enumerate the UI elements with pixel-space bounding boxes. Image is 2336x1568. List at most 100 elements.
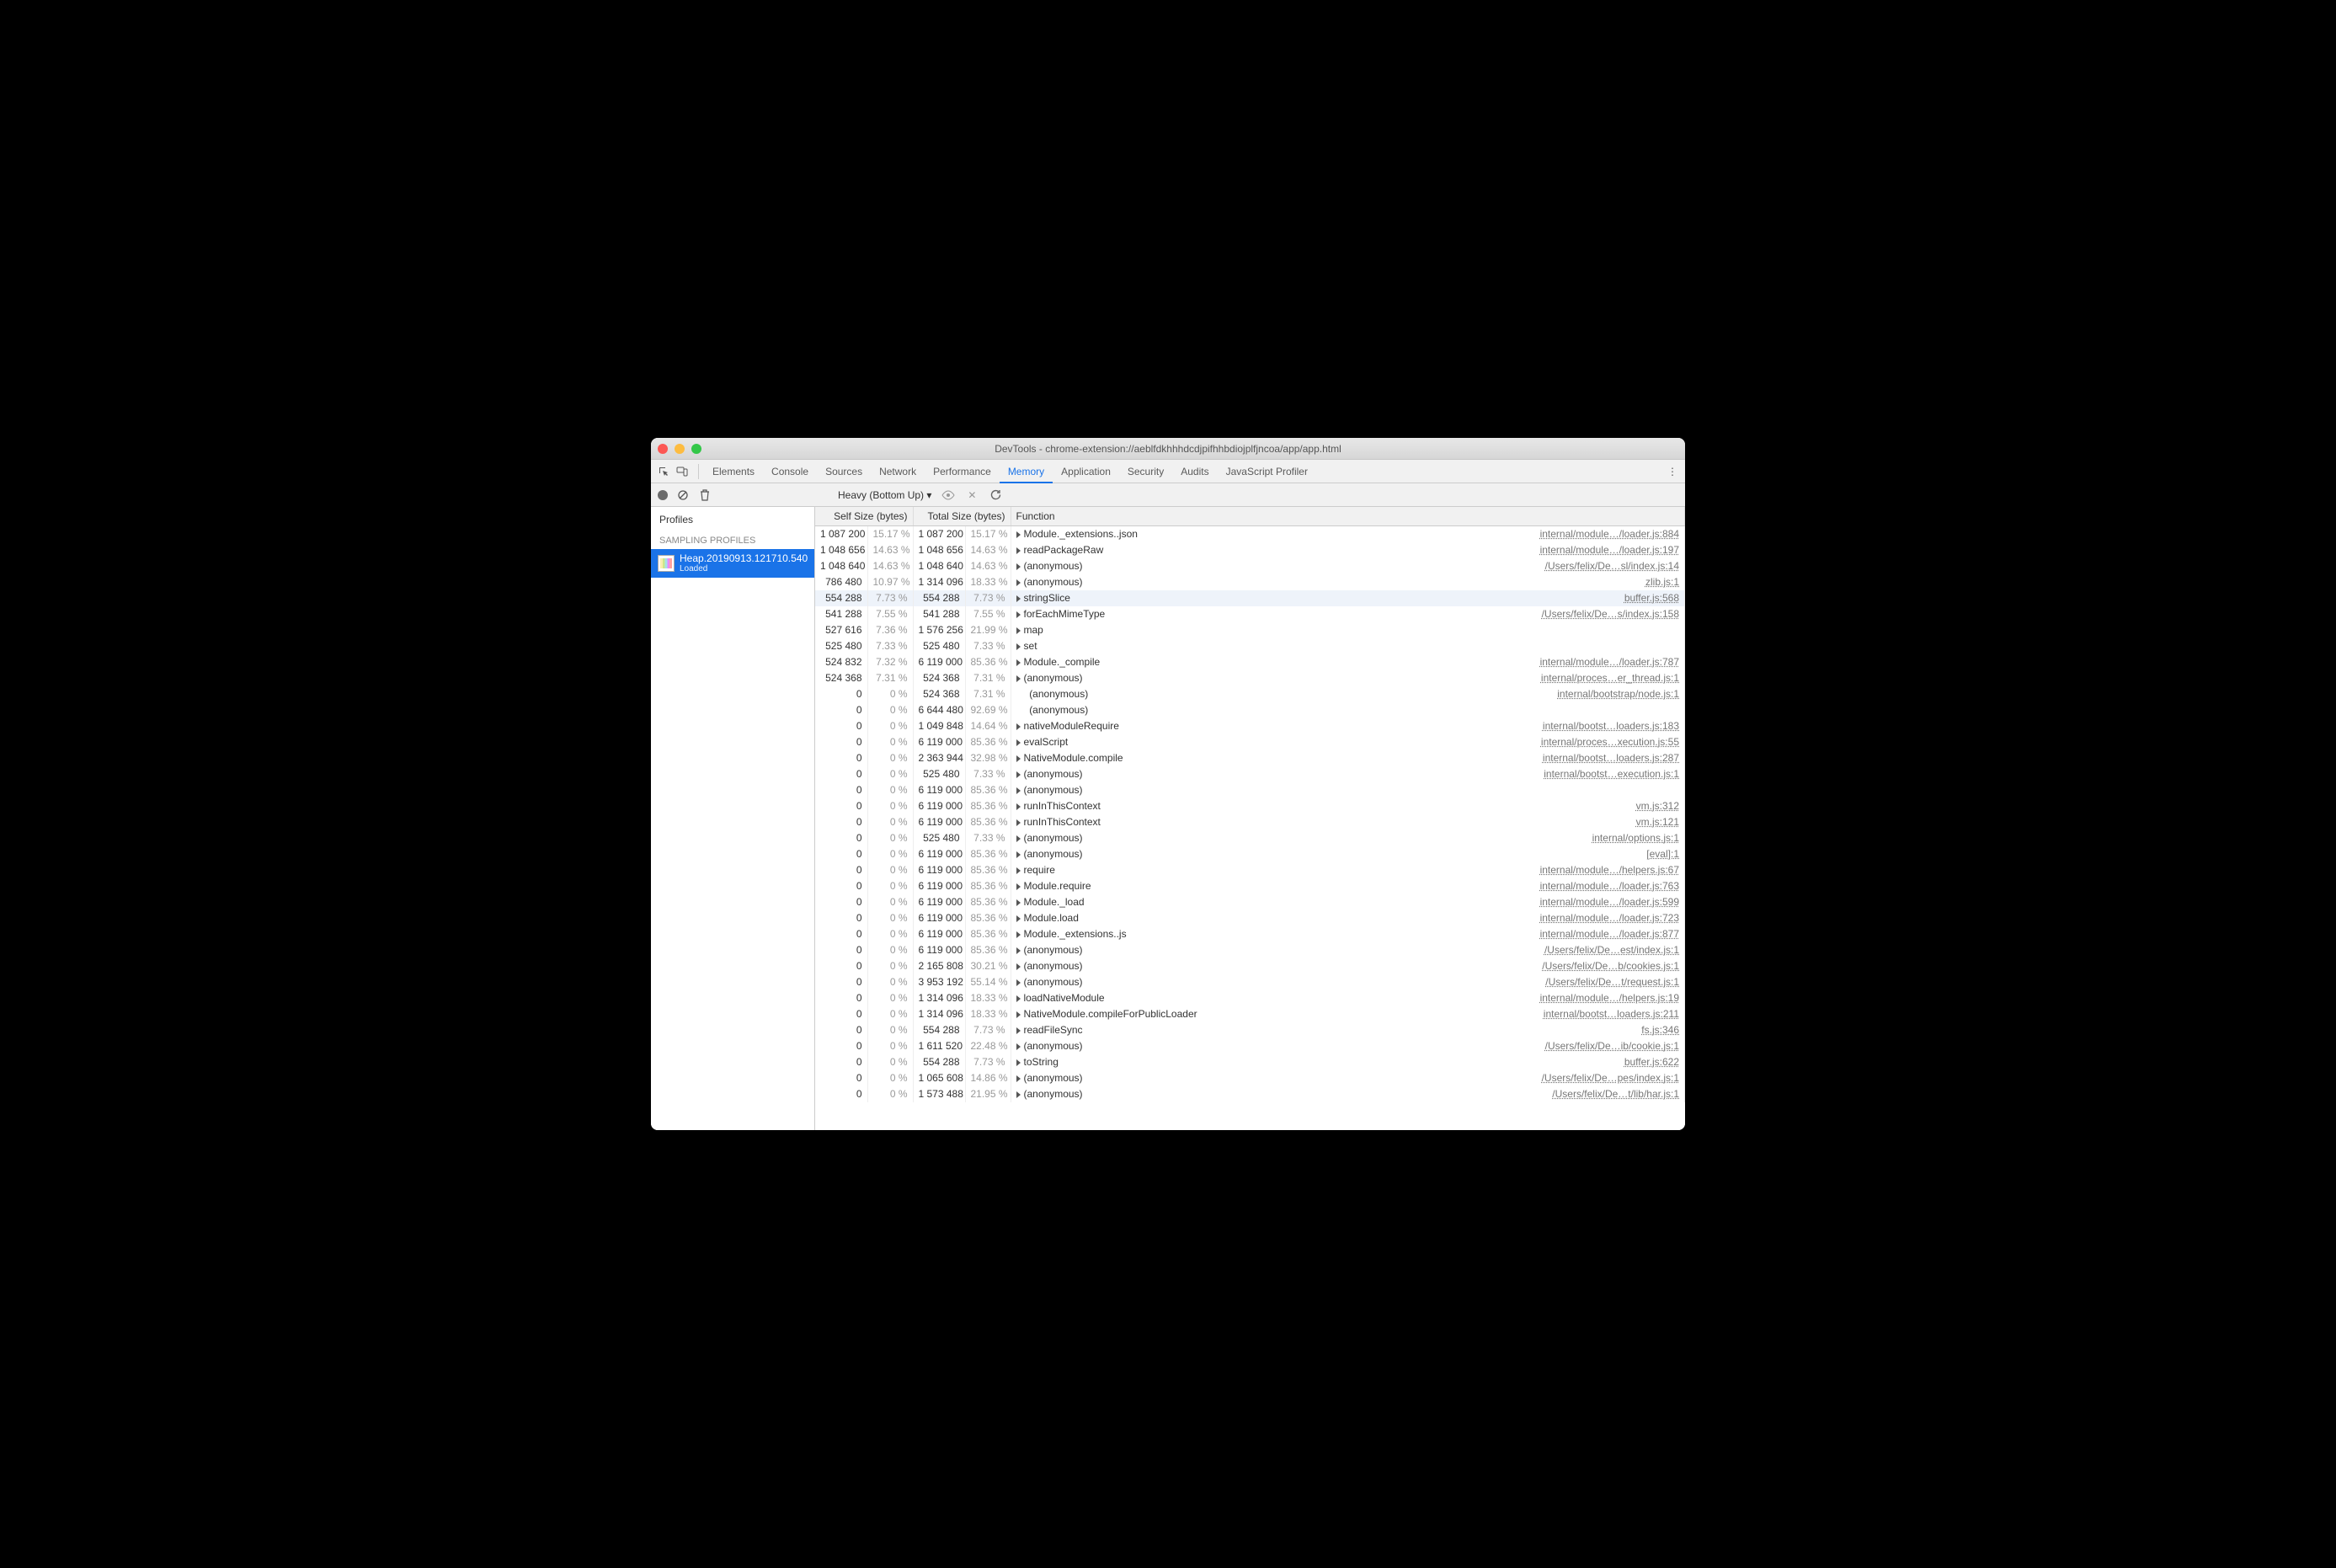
expand-icon[interactable]	[1016, 867, 1021, 874]
expand-icon[interactable]	[1016, 979, 1021, 986]
source-link[interactable]: internal/module…/loader.js:877	[1540, 928, 1679, 940]
table-row[interactable]: 00 %554 2887.73 %readFileSyncfs.js:346	[815, 1022, 1685, 1038]
table-row[interactable]: 00 %6 119 00085.36 %requireinternal/modu…	[815, 862, 1685, 878]
source-link[interactable]: /Users/felix/De…ib/cookie.js:1	[1545, 1040, 1679, 1052]
source-link[interactable]: /Users/felix/De…s/index.js:158	[1542, 608, 1679, 620]
table-row[interactable]: 524 3687.31 %524 3687.31 %(anonymous)int…	[815, 670, 1685, 686]
source-link[interactable]: vm.js:121	[1636, 816, 1679, 828]
source-link[interactable]: internal/module…/loader.js:763	[1540, 880, 1679, 892]
expand-icon[interactable]	[1016, 1075, 1021, 1082]
expand-icon[interactable]	[1016, 915, 1021, 922]
source-link[interactable]: /Users/felix/De…est/index.js:1	[1544, 944, 1679, 956]
source-link[interactable]: internal/bootst…execution.js:1	[1544, 768, 1679, 780]
tab-security[interactable]: Security	[1119, 460, 1172, 483]
source-link[interactable]: internal/module…/loader.js:599	[1540, 896, 1679, 908]
table-row[interactable]: 00 %1 049 84814.64 %nativeModuleRequirei…	[815, 718, 1685, 734]
table-row[interactable]: 00 %3 953 19255.14 %(anonymous)/Users/fe…	[815, 974, 1685, 990]
tab-javascript-profiler[interactable]: JavaScript Profiler	[1218, 460, 1316, 483]
eye-icon[interactable]	[941, 488, 955, 502]
expand-icon[interactable]	[1016, 835, 1021, 842]
table-row[interactable]: 00 %525 4807.33 %(anonymous)internal/opt…	[815, 830, 1685, 846]
expand-icon[interactable]	[1016, 723, 1021, 730]
table-row[interactable]: 00 %6 119 00085.36 %Module.loadinternal/…	[815, 910, 1685, 926]
expand-icon[interactable]	[1016, 819, 1021, 826]
table-row[interactable]: 00 %1 314 09618.33 %loadNativeModuleinte…	[815, 990, 1685, 1006]
table-row[interactable]: 1 048 65614.63 %1 048 65614.63 %readPack…	[815, 542, 1685, 558]
source-link[interactable]: internal/module…/loader.js:197	[1540, 544, 1679, 556]
source-link[interactable]: /Users/felix/De…sl/index.js:14	[1545, 560, 1679, 572]
expand-icon[interactable]	[1016, 1043, 1021, 1050]
expand-icon[interactable]	[1016, 531, 1021, 538]
table-row[interactable]: 00 %2 363 94432.98 %NativeModule.compile…	[815, 750, 1685, 766]
source-link[interactable]: internal/bootst…loaders.js:211	[1544, 1008, 1679, 1020]
source-link[interactable]: vm.js:312	[1636, 800, 1679, 812]
view-mode-dropdown[interactable]: Heavy (Bottom Up) ▾	[838, 489, 931, 501]
table-row[interactable]: 1 087 20015.17 %1 087 20015.17 %Module._…	[815, 526, 1685, 542]
source-link[interactable]: internal/module…/loader.js:787	[1540, 656, 1679, 668]
close-icon[interactable]: ✕	[965, 488, 979, 502]
source-link[interactable]: fs.js:346	[1641, 1024, 1679, 1036]
table-row[interactable]: 00 %6 119 00085.36 %Module._loadinternal…	[815, 894, 1685, 910]
col-self-size[interactable]: Self Size (bytes)	[815, 507, 913, 526]
clear-icon[interactable]	[676, 488, 690, 502]
expand-icon[interactable]	[1016, 787, 1021, 794]
expand-icon[interactable]	[1016, 627, 1021, 634]
expand-icon[interactable]	[1016, 579, 1021, 586]
table-row[interactable]: 554 2887.73 %554 2887.73 %stringSlicebuf…	[815, 590, 1685, 606]
source-link[interactable]: internal/module…/loader.js:723	[1540, 912, 1679, 924]
table-row[interactable]: 00 %6 119 00085.36 %(anonymous)	[815, 782, 1685, 798]
table-row[interactable]: 541 2887.55 %541 2887.55 %forEachMimeTyp…	[815, 606, 1685, 622]
table-row[interactable]: 1 048 64014.63 %1 048 64014.63 %(anonymo…	[815, 558, 1685, 574]
source-link[interactable]: internal/bootstrap/node.js:1	[1557, 688, 1679, 700]
table-row[interactable]: 00 %525 4807.33 %(anonymous)internal/boo…	[815, 766, 1685, 782]
source-link[interactable]: internal/module…/loader.js:884	[1540, 528, 1679, 540]
table-row[interactable]: 00 %6 119 00085.36 %runInThisContextvm.j…	[815, 798, 1685, 814]
col-total-size[interactable]: Total Size (bytes)	[913, 507, 1011, 526]
expand-icon[interactable]	[1016, 1091, 1021, 1098]
refresh-icon[interactable]	[989, 488, 1002, 502]
toggle-device-toolbar-icon[interactable]	[675, 464, 690, 479]
expand-icon[interactable]	[1016, 1027, 1021, 1034]
table-row[interactable]: 524 8327.32 %6 119 00085.36 %Module._com…	[815, 654, 1685, 670]
expand-icon[interactable]	[1016, 899, 1021, 906]
tab-audits[interactable]: Audits	[1172, 460, 1217, 483]
table-row[interactable]: 00 %1 065 60814.86 %(anonymous)/Users/fe…	[815, 1070, 1685, 1086]
tab-elements[interactable]: Elements	[704, 460, 763, 483]
expand-icon[interactable]	[1016, 947, 1021, 954]
record-button[interactable]	[658, 490, 668, 500]
source-link[interactable]: /Users/felix/De…t/lib/har.js:1	[1552, 1088, 1679, 1100]
table-row[interactable]: 786 48010.97 %1 314 09618.33 %(anonymous…	[815, 574, 1685, 590]
expand-icon[interactable]	[1016, 547, 1021, 554]
expand-icon[interactable]	[1016, 611, 1021, 618]
tab-network[interactable]: Network	[871, 460, 925, 483]
table-row[interactable]: 00 %6 119 00085.36 %Module.requireintern…	[815, 878, 1685, 894]
source-link[interactable]: internal/module…/helpers.js:67	[1540, 864, 1679, 876]
table-row[interactable]: 00 %6 119 00085.36 %(anonymous)[eval]:1	[815, 846, 1685, 862]
table-row[interactable]: 00 %1 573 48821.95 %(anonymous)/Users/fe…	[815, 1086, 1685, 1102]
expand-icon[interactable]	[1016, 755, 1021, 762]
source-link[interactable]: /Users/felix/De…t/request.js:1	[1545, 976, 1679, 988]
source-link[interactable]: buffer.js:568	[1624, 592, 1679, 604]
tab-memory[interactable]: Memory	[1000, 460, 1053, 483]
inspect-element-icon[interactable]	[656, 464, 671, 479]
table-row[interactable]: 00 %2 165 80830.21 %(anonymous)/Users/fe…	[815, 958, 1685, 974]
expand-icon[interactable]	[1016, 931, 1021, 938]
expand-icon[interactable]	[1016, 659, 1021, 666]
table-row[interactable]: 00 %6 119 00085.36 %evalScriptinternal/p…	[815, 734, 1685, 750]
source-link[interactable]: internal/proces…xecution.js:55	[1541, 736, 1679, 748]
col-function[interactable]: Function	[1011, 507, 1684, 526]
expand-icon[interactable]	[1016, 803, 1021, 810]
profile-item[interactable]: Heap.20190913.121710.540 Loaded	[651, 549, 814, 578]
expand-icon[interactable]	[1016, 1011, 1021, 1018]
expand-icon[interactable]	[1016, 771, 1021, 778]
table-row[interactable]: 527 6167.36 %1 576 25621.99 %map	[815, 622, 1685, 638]
source-link[interactable]: internal/bootst…loaders.js:183	[1543, 720, 1679, 732]
expand-icon[interactable]	[1016, 563, 1021, 570]
tab-console[interactable]: Console	[763, 460, 817, 483]
table-row[interactable]: 00 %1 314 09618.33 %NativeModule.compile…	[815, 1006, 1685, 1022]
table-row[interactable]: 00 %1 611 52022.48 %(anonymous)/Users/fe…	[815, 1038, 1685, 1054]
expand-icon[interactable]	[1016, 995, 1021, 1002]
source-link[interactable]: [eval]:1	[1646, 848, 1679, 860]
expand-icon[interactable]	[1016, 739, 1021, 746]
table-row[interactable]: 00 %6 119 00085.36 %(anonymous)/Users/fe…	[815, 942, 1685, 958]
